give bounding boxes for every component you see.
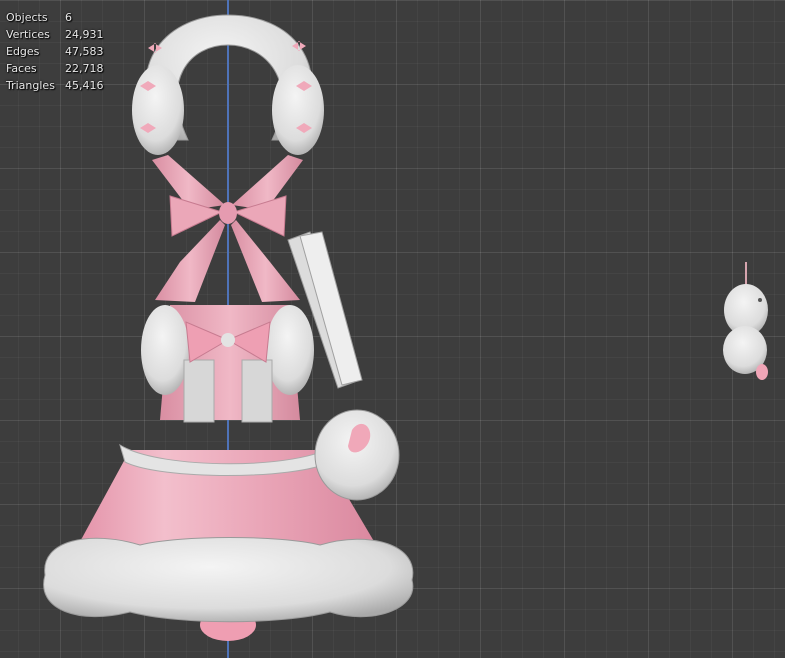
- stat-label: Triangles: [6, 79, 55, 92]
- 3d-viewport[interactable]: Objects 6 Vertices 24,931 Edges 47,583 F…: [0, 0, 785, 658]
- stat-row-objects: Objects 6: [6, 9, 104, 26]
- stat-value: 22,718: [65, 62, 104, 75]
- stat-label: Edges: [6, 45, 40, 58]
- headband-object[interactable]: [132, 14, 324, 155]
- neck-bow-object[interactable]: [152, 155, 303, 302]
- stat-value: 24,931: [65, 28, 104, 41]
- stat-label: Vertices: [6, 28, 50, 41]
- stat-value: 47,583: [65, 45, 104, 58]
- stat-row-faces: Faces 22,718: [6, 60, 104, 77]
- stat-label: Faces: [6, 62, 37, 75]
- stat-value: 6: [65, 11, 72, 24]
- stat-value: 45,416: [65, 79, 104, 92]
- scene-statistics-overlay: Objects 6 Vertices 24,931 Edges 47,583 F…: [6, 9, 104, 94]
- stat-label: Objects: [6, 11, 48, 24]
- stat-row-vertices: Vertices 24,931: [6, 26, 104, 43]
- dress-bodice-object[interactable]: [141, 305, 314, 423]
- scene-render[interactable]: [0, 0, 785, 658]
- stat-row-edges: Edges 47,583: [6, 43, 104, 60]
- stat-row-triangles: Triangles 45,416: [6, 77, 104, 94]
- plush-bunny-object[interactable]: [723, 262, 768, 380]
